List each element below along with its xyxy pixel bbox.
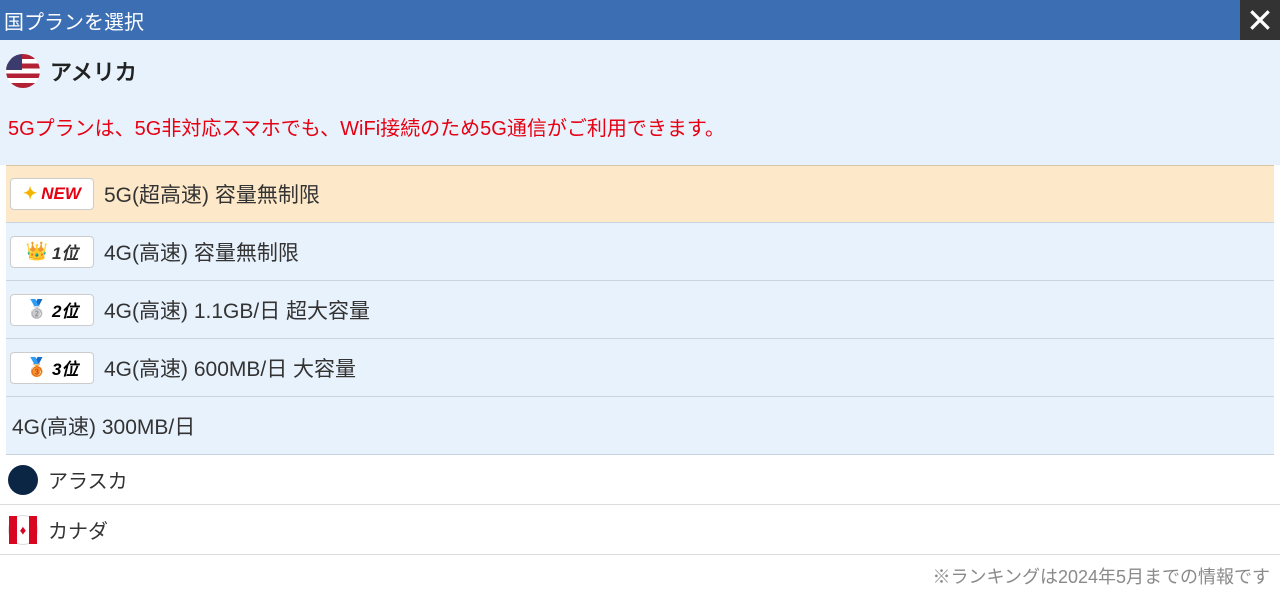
badge-rank3-text: 3位	[52, 355, 78, 380]
sparkle-icon: ✦	[23, 184, 37, 204]
plan-label: 4G(高速) 1.1GB/日 超大容量	[104, 295, 370, 325]
ranking-footer-note: ※ランキングは2024年5月までの情報です	[0, 555, 1280, 597]
plan-row-4g-1-1gb[interactable]: 🥈 2位 4G(高速) 1.1GB/日 超大容量	[6, 281, 1274, 339]
country-row-alaska[interactable]: アラスカ	[0, 455, 1280, 505]
badge-rank2: 🥈 2位	[10, 294, 94, 326]
plan-row-4g-300mb[interactable]: 4G(高速) 300MB/日	[6, 397, 1274, 455]
plan-list: ✦ NEW 5G(超高速) 容量無制限 👑 1位 4G(高速) 容量無制限 🥈 …	[0, 165, 1280, 455]
plan-row-4g-unlimited[interactable]: 👑 1位 4G(高速) 容量無制限	[6, 223, 1274, 281]
country-section-usa: アメリカ 5Gプランは、5G非対応スマホでも、WiFi接続のため5G通信がご利用…	[0, 40, 1280, 165]
badge-new: ✦ NEW	[10, 178, 94, 210]
maple-leaf-icon: ♦	[20, 523, 27, 536]
plan-label: 4G(高速) 600MB/日 大容量	[104, 353, 356, 383]
crown-icon: 👑	[26, 241, 48, 262]
flag-alaska-icon	[8, 465, 38, 495]
medal-bronze-icon: 🥉	[26, 357, 48, 378]
badge-rank3: 🥉 3位	[10, 352, 94, 384]
country-label: アラスカ	[48, 465, 128, 494]
plan-notice: 5Gプランは、5G非対応スマホでも、WiFi接続のため5G通信がご利用できます。	[6, 112, 1274, 141]
badge-rank2-text: 2位	[52, 297, 78, 322]
flag-canada-icon: ♦	[8, 515, 38, 545]
plan-row-5g-unlimited[interactable]: ✦ NEW 5G(超高速) 容量無制限	[6, 165, 1274, 223]
country-row-canada[interactable]: ♦ カナダ	[0, 505, 1280, 555]
plan-label: 4G(高速) 300MB/日	[12, 411, 195, 441]
badge-rank1-text: 1位	[52, 239, 78, 264]
country-name: アメリカ	[50, 55, 137, 87]
modal-header: 国プランを選択	[0, 0, 1280, 40]
modal-title: 国プランを選択	[4, 6, 144, 35]
badge-rank1: 👑 1位	[10, 236, 94, 268]
country-header: アメリカ	[6, 54, 1274, 88]
close-icon	[1247, 7, 1273, 33]
country-label: カナダ	[48, 515, 108, 544]
plan-label: 4G(高速) 容量無制限	[104, 237, 299, 267]
close-button[interactable]	[1240, 0, 1280, 40]
medal-silver-icon: 🥈	[26, 299, 48, 320]
badge-new-text: NEW	[41, 184, 81, 204]
plan-label: 5G(超高速) 容量無制限	[104, 179, 320, 209]
plan-row-4g-600mb[interactable]: 🥉 3位 4G(高速) 600MB/日 大容量	[6, 339, 1274, 397]
flag-usa-icon	[6, 54, 40, 88]
